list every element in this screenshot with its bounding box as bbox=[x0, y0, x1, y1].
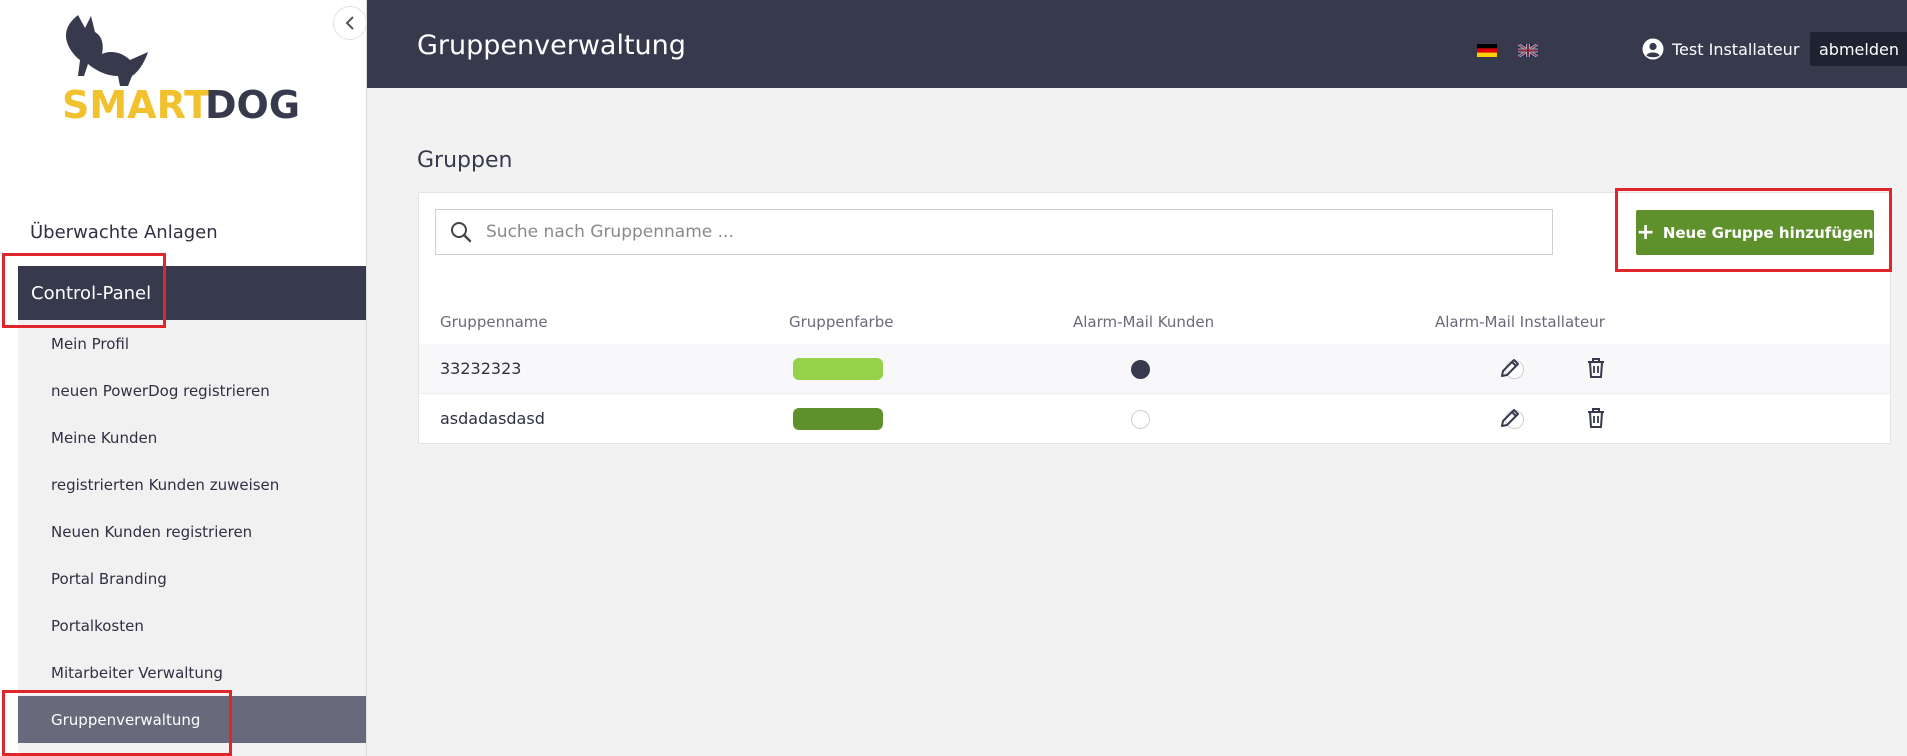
alarm-mail-kunden-radio[interactable] bbox=[1131, 410, 1150, 429]
uk-flag-icon[interactable] bbox=[1518, 44, 1538, 57]
pencil-icon[interactable] bbox=[1498, 406, 1522, 430]
subnav-kunden-registrieren[interactable]: Neuen Kunden registrieren bbox=[18, 508, 366, 555]
plus-icon: + bbox=[1636, 219, 1655, 245]
subnav-powerdog-registrieren[interactable]: neuen PowerDog registrieren bbox=[18, 367, 366, 414]
dog-logo-icon bbox=[66, 15, 148, 86]
sidebar: SMART DOG Überwachte Anlagen Control-Pan… bbox=[0, 0, 367, 756]
user-name: Test Installateur bbox=[1672, 39, 1800, 59]
german-flag-icon[interactable] bbox=[1477, 44, 1497, 57]
subnav-meine-kunden[interactable]: Meine Kunden bbox=[18, 414, 366, 461]
subnav-mitarbeiter-verwaltung[interactable]: Mitarbeiter Verwaltung bbox=[18, 649, 366, 696]
column-header-alarm-mail-kunden: Alarm-Mail Kunden bbox=[1073, 313, 1215, 331]
logo-text-dog: DOG bbox=[205, 83, 300, 127]
subnav-mein-profil[interactable]: Mein Profil bbox=[18, 320, 366, 367]
group-color-swatch bbox=[793, 408, 883, 430]
group-color-swatch bbox=[793, 358, 883, 380]
search-input[interactable] bbox=[484, 221, 1488, 243]
user-menu[interactable]: Test Installateur bbox=[1642, 38, 1799, 60]
sidebar-collapse-button[interactable] bbox=[333, 6, 367, 40]
control-panel-submenu: Mein Profil neuen PowerDog registrieren … bbox=[18, 320, 366, 756]
pencil-icon[interactable] bbox=[1498, 356, 1522, 380]
chevron-left-icon bbox=[345, 16, 354, 30]
table-row: asdadasdasd bbox=[419, 393, 1890, 443]
column-header-gruppenfarbe: Gruppenfarbe bbox=[789, 313, 894, 331]
add-group-label: Neue Gruppe hinzufügen bbox=[1662, 223, 1874, 242]
nav-ueberwachte-anlagen[interactable]: Überwachte Anlagen bbox=[30, 222, 218, 243]
subnav-kunden-zuweisen[interactable]: registrierten Kunden zuweisen bbox=[18, 461, 366, 508]
page-title: Gruppenverwaltung bbox=[417, 30, 686, 61]
subnav-gruppenverwaltung[interactable]: Gruppenverwaltung bbox=[18, 696, 366, 743]
alarm-mail-kunden-radio[interactable] bbox=[1131, 360, 1150, 379]
column-header-gruppenname: Gruppenname bbox=[440, 313, 548, 331]
trash-icon[interactable] bbox=[1584, 406, 1608, 430]
top-header: Gruppenverwaltung Test Installateur abme… bbox=[367, 0, 1907, 88]
logout-button[interactable]: abmelden bbox=[1810, 32, 1907, 66]
subnav-portalkosten[interactable]: Portalkosten bbox=[18, 602, 366, 649]
user-circle-icon bbox=[1642, 38, 1664, 60]
add-group-button[interactable]: + Neue Gruppe hinzufügen bbox=[1636, 210, 1874, 255]
section-title: Gruppen bbox=[417, 148, 513, 173]
group-name: asdadasdasd bbox=[440, 409, 545, 428]
smartdog-logo[interactable]: SMART DOG bbox=[58, 10, 308, 132]
subnav-portal-branding[interactable]: Portal Branding bbox=[18, 555, 366, 602]
nav-control-panel[interactable]: Control-Panel bbox=[18, 266, 366, 320]
table-row: 33232323 bbox=[419, 344, 1890, 393]
logo-text-smart: SMART bbox=[62, 83, 210, 127]
search-icon bbox=[451, 222, 472, 243]
group-name: 33232323 bbox=[440, 359, 522, 378]
column-header-alarm-mail-installateur: Alarm-Mail Installateur bbox=[1435, 313, 1605, 331]
search-box[interactable] bbox=[435, 209, 1553, 255]
groups-card: + Neue Gruppe hinzufügen Gruppenname Gru… bbox=[418, 192, 1891, 444]
trash-icon[interactable] bbox=[1584, 356, 1608, 380]
